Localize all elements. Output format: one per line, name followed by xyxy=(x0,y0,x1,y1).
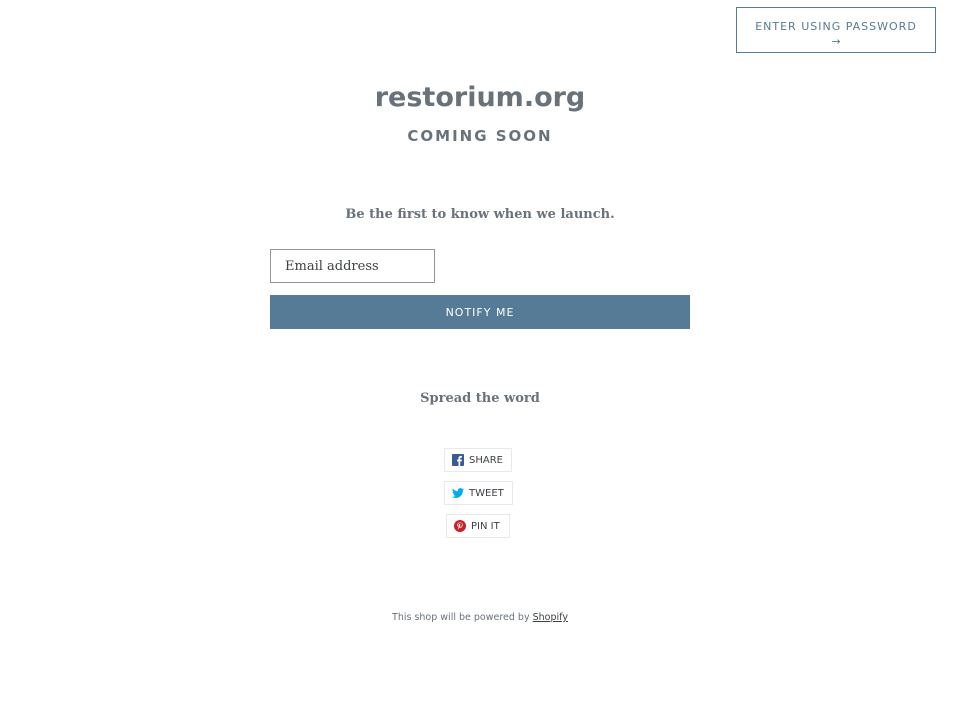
twitter-tweet-button[interactable]: TWEET xyxy=(444,481,513,505)
email-input[interactable] xyxy=(270,249,435,283)
shopify-link[interactable]: Shopify xyxy=(533,612,568,623)
facebook-share-button[interactable]: SHARE xyxy=(444,448,512,472)
pinterest-pin-button[interactable]: PIN IT xyxy=(446,514,510,538)
enter-password-button[interactable]: ENTER USING PASSWORD → xyxy=(736,7,936,53)
notify-me-button[interactable]: NOTIFY ME xyxy=(270,295,690,329)
pin-it-label: PIN IT xyxy=(471,520,500,532)
powered-by-text: This shop will be powered by xyxy=(392,612,530,623)
tweet-label: TWEET xyxy=(469,487,504,499)
twitter-icon xyxy=(452,488,464,498)
arrow-right-icon: → xyxy=(831,34,841,48)
coming-soon-subtitle: COMING SOON xyxy=(407,127,553,145)
spread-the-word-heading: Spread the word xyxy=(420,391,540,406)
powered-by-footer: This shop will be powered by Shopify xyxy=(0,612,960,623)
pinterest-icon xyxy=(454,520,466,532)
shop-name: restorium.org xyxy=(374,82,586,113)
facebook-icon xyxy=(452,454,464,466)
enter-password-label: ENTER USING PASSWORD xyxy=(755,19,917,33)
launch-tagline: Be the first to know when we launch. xyxy=(345,207,615,222)
share-label: SHARE xyxy=(469,454,503,466)
